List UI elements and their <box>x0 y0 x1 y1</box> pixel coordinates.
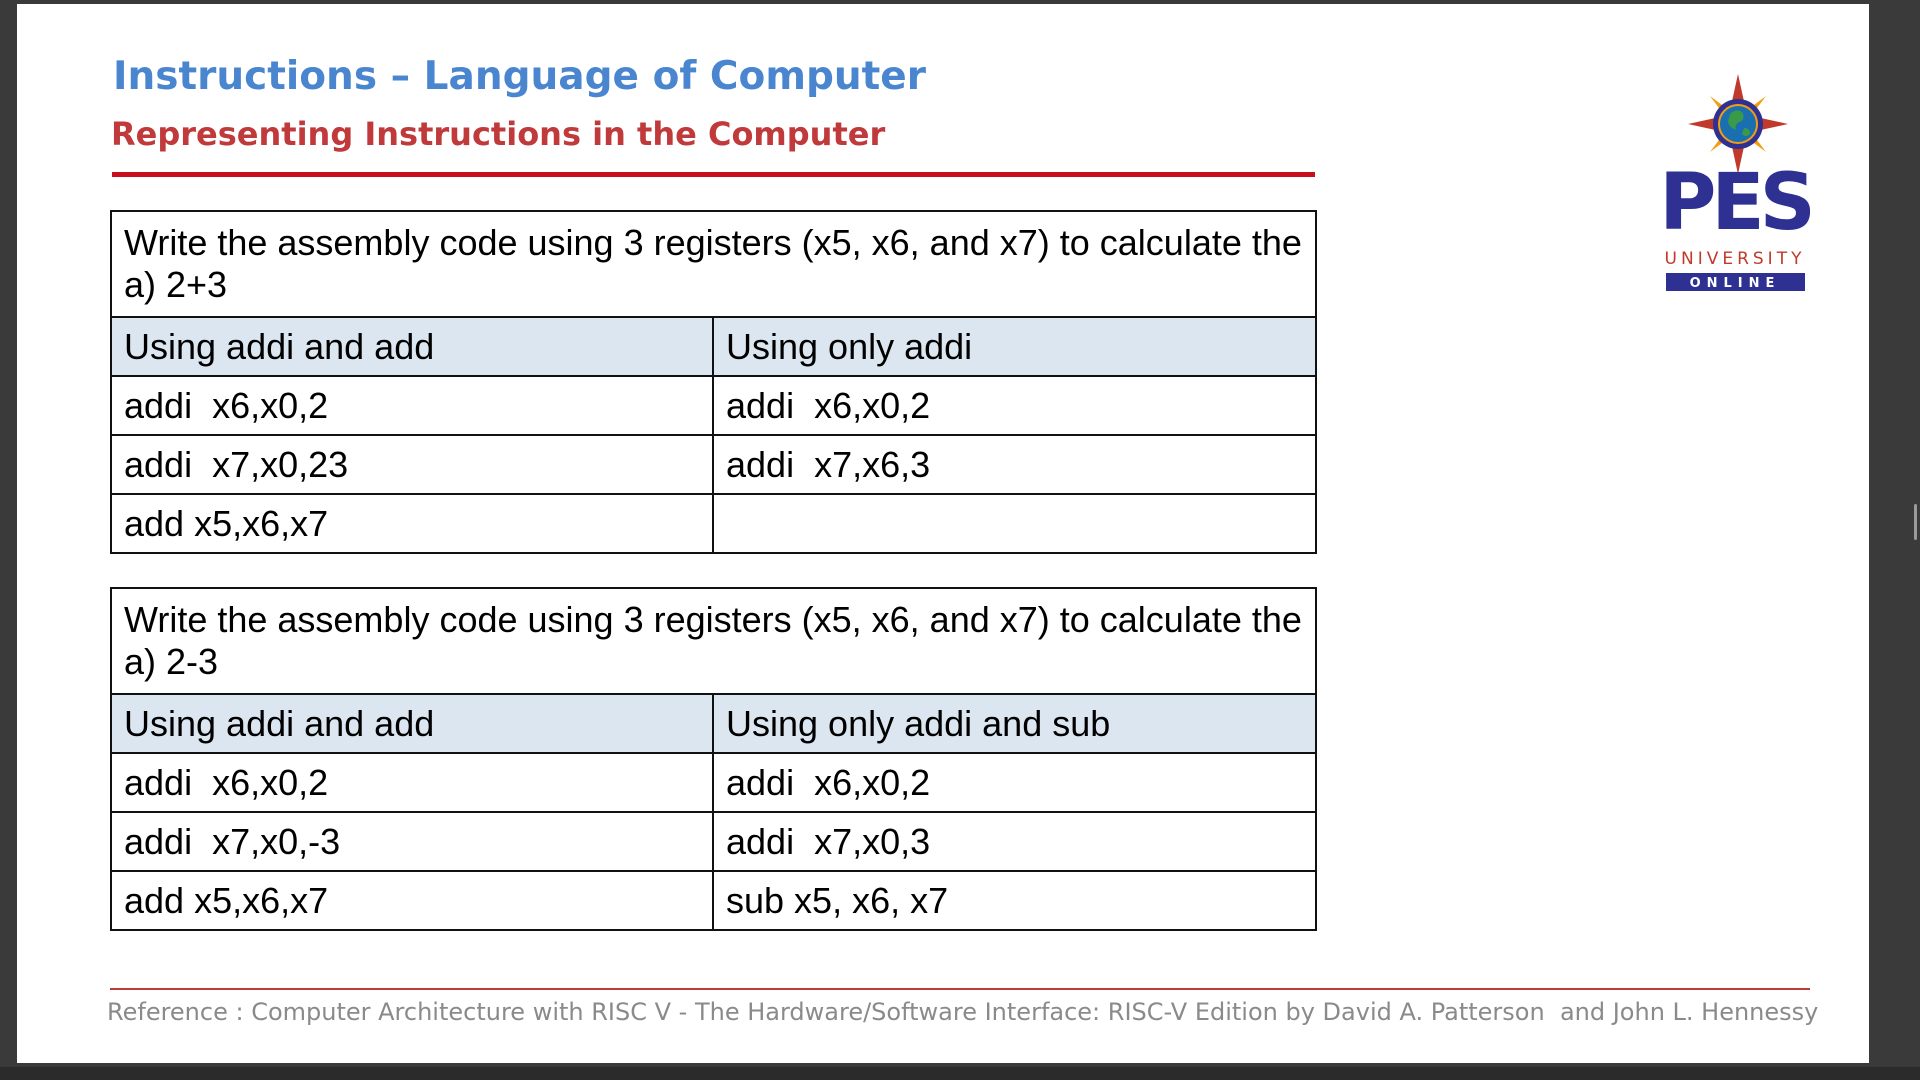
table-cell: addi x6,x0,2 <box>110 375 714 436</box>
table-row: addi x6,x0,2 addi x6,x0,2 <box>110 375 1317 436</box>
reference-text: Reference : Computer Architecture with R… <box>107 998 1819 1026</box>
table-header-row: Using addi and add Using only addi and s… <box>110 693 1317 754</box>
pes-university-logo: PES UNIVERSITY ONLINE <box>1660 74 1810 294</box>
table-cell: addi x7,x0,-3 <box>110 811 714 872</box>
table-cell: addi x6,x0,2 <box>712 752 1317 813</box>
table-row: addi x6,x0,2 addi x6,x0,2 <box>110 752 1317 813</box>
table-cell: addi x6,x0,2 <box>110 752 714 813</box>
footer-divider <box>110 988 1810 990</box>
column-header: Using only addi and sub <box>712 693 1317 754</box>
table-cell: add x5,x6,x7 <box>110 870 714 931</box>
table-cell: addi x7,x0,23 <box>110 434 714 495</box>
table-cell <box>712 493 1317 554</box>
table-cell: addi x7,x6,3 <box>712 434 1317 495</box>
column-header: Using addi and add <box>110 316 714 377</box>
question-text: Write the assembly code using 3 register… <box>110 587 1317 695</box>
title-divider <box>112 172 1315 177</box>
table-row: add x5,x6,x7 <box>110 493 1317 554</box>
table-row: addi x7,x0,23 addi x7,x6,3 <box>110 434 1317 495</box>
question-table-1: Write the assembly code using 3 register… <box>110 210 1317 554</box>
compass-globe-icon: PES UNIVERSITY ONLINE <box>1660 74 1810 291</box>
slide-subtitle: Representing Instructions in the Compute… <box>111 115 886 153</box>
column-header: Using only addi <box>712 316 1317 377</box>
table-cell: addi x7,x0,3 <box>712 811 1317 872</box>
scroll-indicator[interactable] <box>1914 504 1917 540</box>
logo-line1: UNIVERSITY <box>1665 249 1806 269</box>
table-header-row: Using addi and add Using only addi <box>110 316 1317 377</box>
question-row: Write the assembly code using 3 register… <box>110 587 1317 695</box>
question-table-2: Write the assembly code using 3 register… <box>110 587 1317 931</box>
question-row: Write the assembly code using 3 register… <box>110 210 1317 318</box>
table-row: add x5,x6,x7 sub x5, x6, x7 <box>110 870 1317 931</box>
column-header: Using addi and add <box>110 693 714 754</box>
bottom-strip <box>0 1067 1920 1080</box>
question-text: Write the assembly code using 3 register… <box>110 210 1317 318</box>
table-cell: addi x6,x0,2 <box>712 375 1317 436</box>
table-cell: add x5,x6,x7 <box>110 493 714 554</box>
table-row: addi x7,x0,-3 addi x7,x0,3 <box>110 811 1317 872</box>
table-cell: sub x5, x6, x7 <box>712 870 1317 931</box>
logo-line2: ONLINE <box>1690 276 1781 291</box>
slide-title: Instructions – Language of Computer <box>113 54 926 99</box>
logo-name: PES <box>1660 158 1810 248</box>
